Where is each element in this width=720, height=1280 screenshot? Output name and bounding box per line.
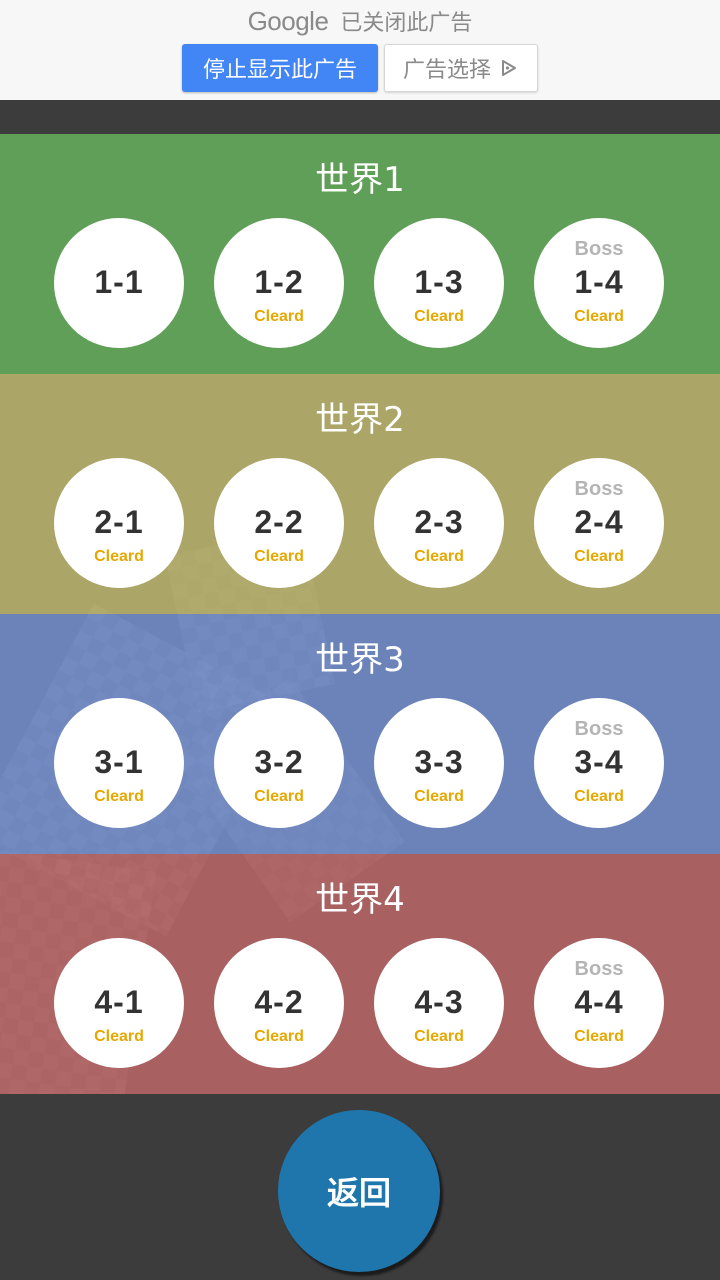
world-4-title: 世界4 — [315, 880, 405, 920]
level-status: Cleard — [574, 308, 624, 325]
level-number: 3-3 — [414, 744, 464, 780]
level-4-1-button[interactable]: 4-1 Cleard — [54, 938, 184, 1068]
level-status: Cleard — [254, 548, 304, 565]
level-2-1-button[interactable]: 2-1 Cleard — [54, 458, 184, 588]
level-number: 4-3 — [414, 984, 464, 1020]
level-number: 2-3 — [414, 504, 464, 540]
level-4-4-button[interactable]: Boss 4-4 Cleard — [534, 938, 664, 1068]
ad-banner: Google 已关闭此广告 停止显示此广告 广告选择 — [0, 0, 720, 100]
level-number: 4-1 — [94, 984, 144, 1020]
ad-closed-row: Google 已关闭此广告 — [0, 4, 720, 38]
world-3-title: 世界3 — [315, 640, 405, 680]
level-status: Cleard — [94, 548, 144, 565]
world-4-section: 世界4 4-1 Cleard 4-2 Cleard 4-3 Cleard Bos… — [0, 854, 720, 1094]
level-2-4-button[interactable]: Boss 2-4 Cleard — [534, 458, 664, 588]
level-3-3-button[interactable]: 3-3 Cleard — [374, 698, 504, 828]
world-1-title: 世界1 — [315, 160, 405, 200]
level-2-3-button[interactable]: 2-3 Cleard — [374, 458, 504, 588]
level-status: Cleard — [414, 1028, 464, 1045]
level-status: Cleard — [414, 548, 464, 565]
level-2-2-button[interactable]: 2-2 Cleard — [214, 458, 344, 588]
level-number: 3-1 — [94, 744, 144, 780]
level-number: 1-3 — [414, 264, 464, 300]
ad-closed-text: 已关闭此广告 — [340, 11, 473, 36]
boss-label: Boss — [574, 958, 624, 980]
level-status: Cleard — [254, 788, 304, 805]
world-3-section: 世界3 3-1 Cleard 3-2 Cleard 3-3 Cleard Bos… — [0, 614, 720, 854]
stop-showing-ad-button[interactable]: 停止显示此广告 — [182, 44, 378, 92]
level-number: 1-4 — [574, 264, 624, 300]
level-status: Cleard — [574, 788, 624, 805]
level-3-1-button[interactable]: 3-1 Cleard — [54, 698, 184, 828]
level-4-3-button[interactable]: 4-3 Cleard — [374, 938, 504, 1068]
level-1-4-button[interactable]: Boss 1-4 Cleard — [534, 218, 664, 348]
level-status: Cleard — [94, 1028, 144, 1045]
google-logo: Google — [247, 5, 329, 36]
level-number: 4-4 — [574, 984, 624, 1020]
level-status: Cleard — [414, 788, 464, 805]
level-1-1-button[interactable]: 1-1 — [54, 218, 184, 348]
level-status: Cleard — [574, 548, 624, 565]
level-number: 3-4 — [574, 744, 624, 780]
world-1-section: 世界1 1-1 1-2 Cleard 1-3 Cleard Boss 1-4 C… — [0, 134, 720, 374]
level-3-4-button[interactable]: Boss 3-4 Cleard — [534, 698, 664, 828]
ad-choices-button[interactable]: 广告选择 — [384, 44, 538, 92]
level-number: 2-2 — [254, 504, 304, 540]
level-number: 1-2 — [254, 264, 304, 300]
boss-label: Boss — [574, 238, 624, 260]
ad-choices-label: 广告选择 — [402, 58, 491, 83]
level-3-2-button[interactable]: 3-2 Cleard — [214, 698, 344, 828]
boss-label: Boss — [574, 718, 624, 740]
boss-label: Boss — [574, 478, 624, 500]
level-number: 2-4 — [574, 504, 624, 540]
level-status: Cleard — [94, 788, 144, 805]
ad-buttons: 停止显示此广告 广告选择 — [0, 44, 720, 92]
level-number: 1-1 — [94, 264, 144, 300]
level-1-2-button[interactable]: 1-2 Cleard — [214, 218, 344, 348]
level-number: 4-2 — [254, 984, 304, 1020]
level-status: Cleard — [574, 1028, 624, 1045]
level-status: Cleard — [254, 1028, 304, 1045]
back-button[interactable]: 返回 — [278, 1110, 440, 1272]
level-4-2-button[interactable]: 4-2 Cleard — [214, 938, 344, 1068]
world-2-title: 世界2 — [315, 400, 405, 440]
level-status: Cleard — [414, 308, 464, 325]
world-2-section: 世界2 2-1 Cleard 2-2 Cleard 2-3 Cleard Bos… — [0, 374, 720, 614]
level-1-3-button[interactable]: 1-3 Cleard — [374, 218, 504, 348]
adchoices-icon — [499, 58, 519, 78]
level-number: 2-1 — [94, 504, 144, 540]
level-status: Cleard — [254, 308, 304, 325]
back-button-label: 返回 — [326, 1174, 391, 1212]
stop-showing-ad-label: 停止显示此广告 — [202, 58, 357, 83]
level-number: 3-2 — [254, 744, 304, 780]
